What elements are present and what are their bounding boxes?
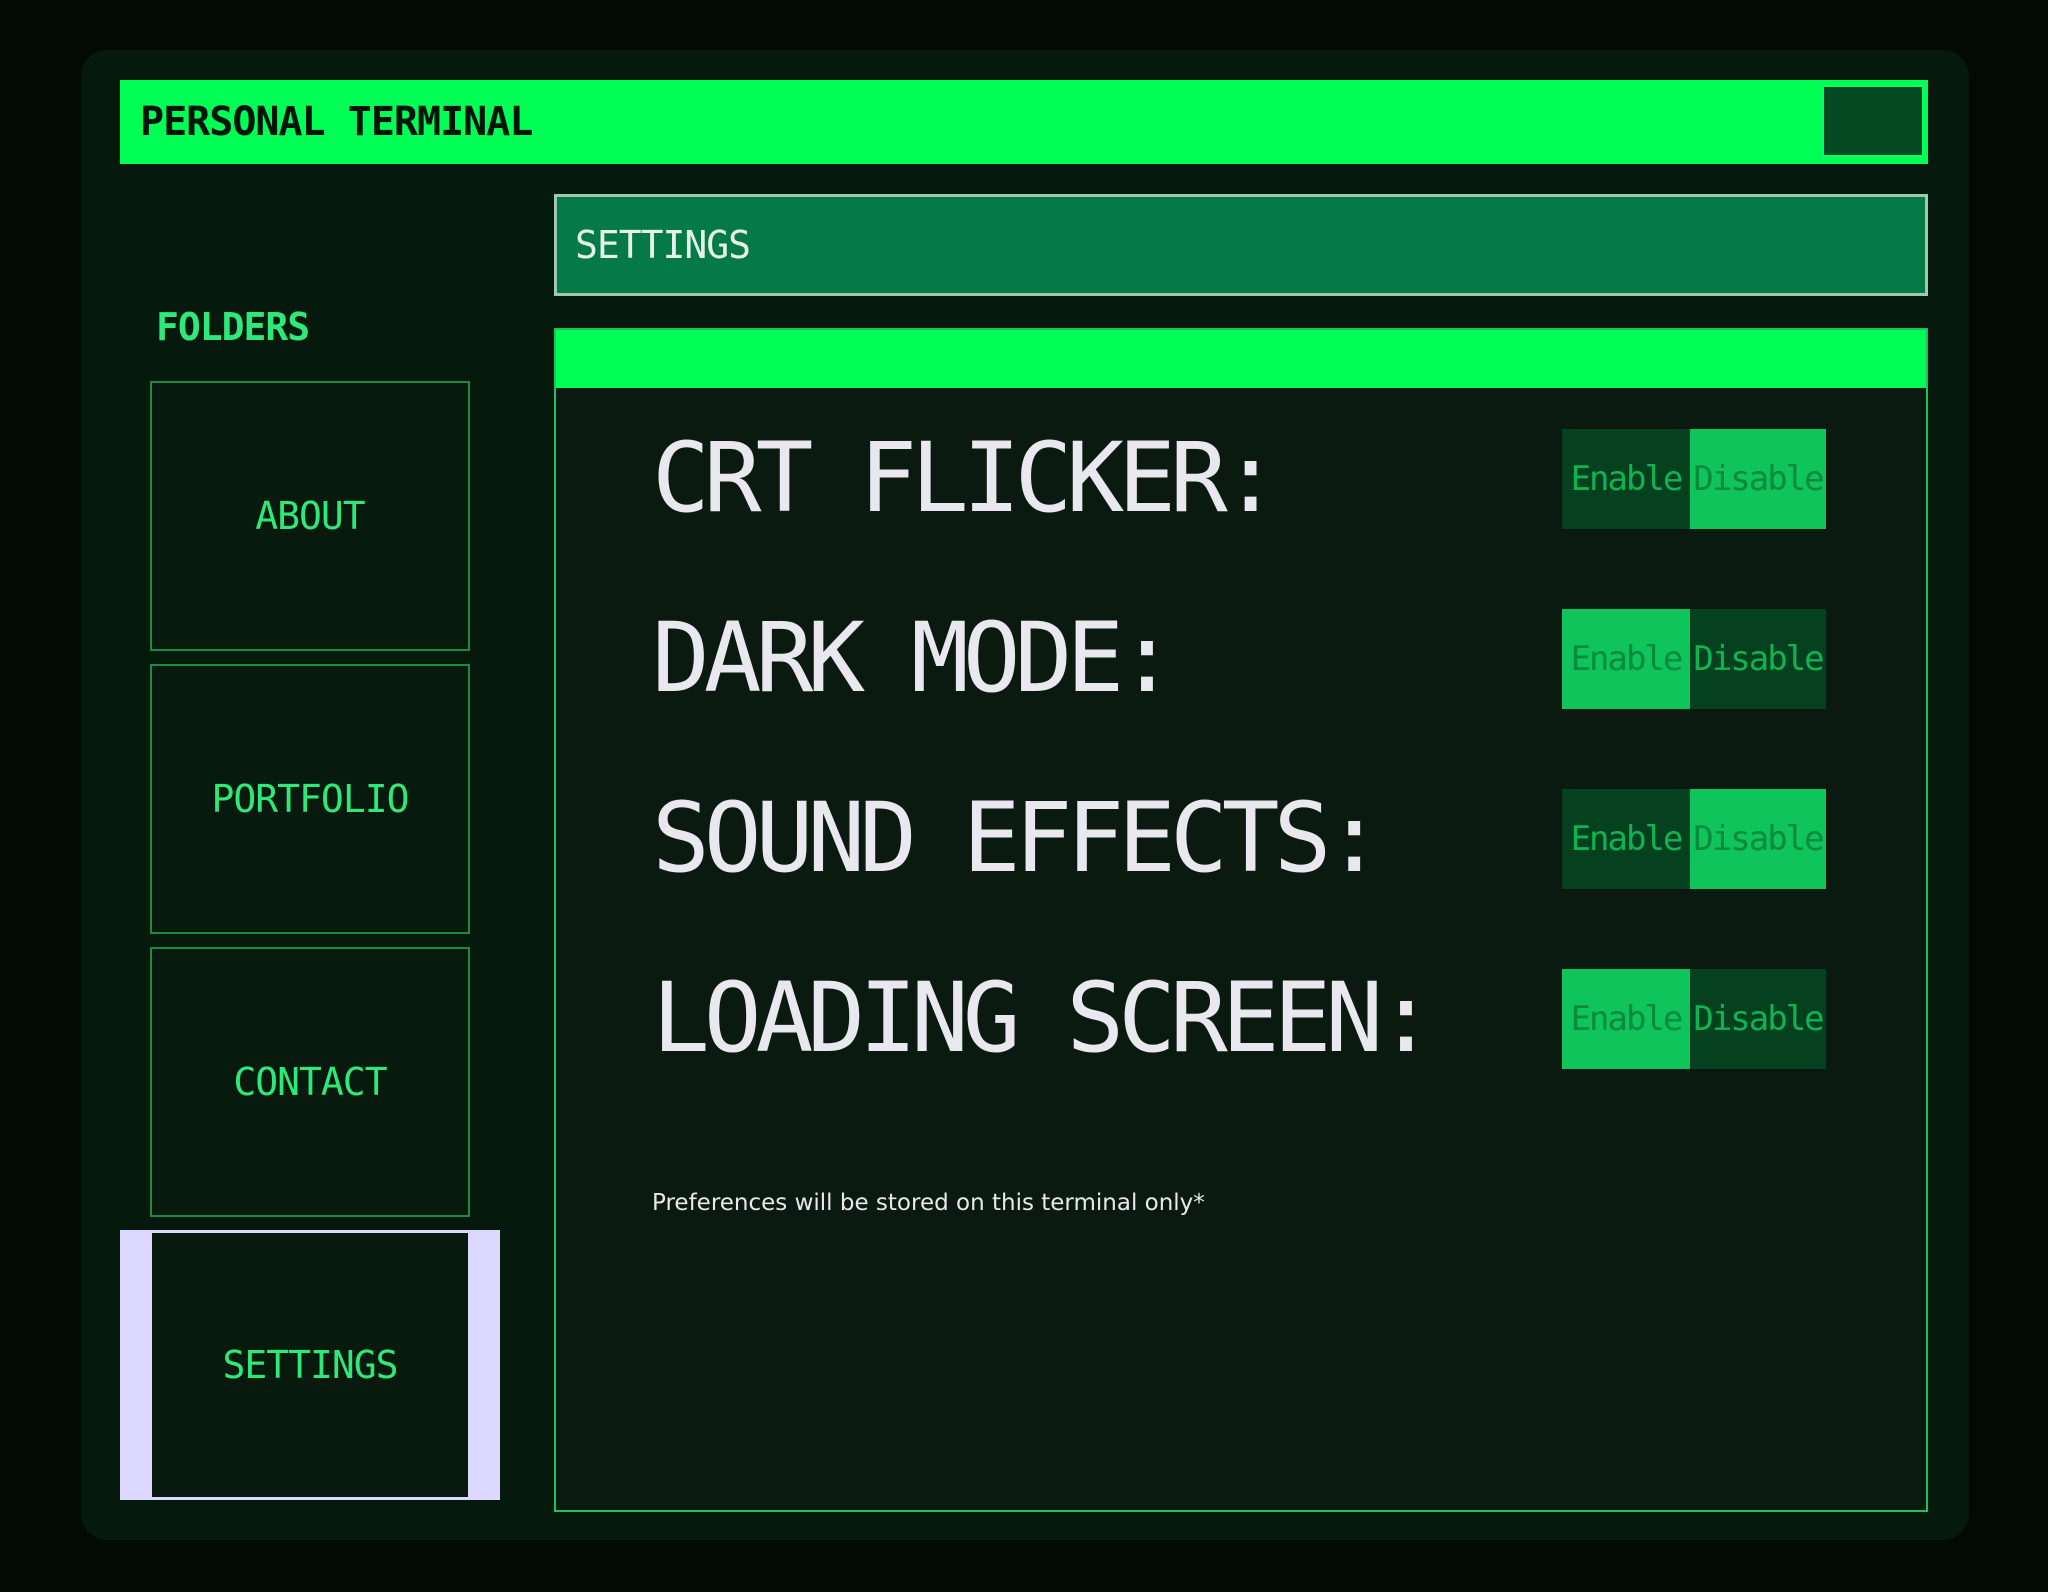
panel-title-bar (556, 330, 1926, 388)
sidebar-item-label: CONTACT (233, 1060, 387, 1104)
settings-panel: CRT FLICKER: Enable Disable DARK MODE: E… (554, 328, 1928, 1512)
section-header: SETTINGS (554, 194, 1928, 296)
dark-mode-disable-button[interactable]: Disable (1690, 609, 1826, 709)
crt-flicker-toggle: Enable Disable (1562, 429, 1826, 529)
setting-label-dark-mode: DARK MODE: (652, 602, 1176, 714)
page-title: SETTINGS (575, 223, 751, 267)
setting-label-crt-flicker: CRT FLICKER: (652, 422, 1280, 534)
sidebar-item-about[interactable]: ABOUT (150, 381, 470, 651)
window-control-button[interactable] (1822, 85, 1924, 157)
loading-screen-disable-button[interactable]: Disable (1690, 969, 1826, 1069)
folders-heading: FOLDERS (156, 305, 310, 349)
dark-mode-toggle: Enable Disable (1562, 609, 1826, 709)
window-title: PERSONAL TERMINAL (140, 99, 533, 145)
crt-flicker-disable-button[interactable]: Disable (1690, 429, 1826, 529)
sidebar-item-portfolio[interactable]: PORTFOLIO (150, 664, 470, 934)
sound-effects-disable-button[interactable]: Disable (1690, 789, 1826, 889)
sidebar-item-contact[interactable]: CONTACT (150, 947, 470, 1217)
setting-label-sound-effects: SOUND EFFECTS: (652, 782, 1383, 894)
sidebar-item-label: PORTFOLIO (211, 777, 410, 821)
preferences-note: Preferences will be stored on this termi… (652, 1190, 1205, 1216)
sound-effects-toggle: Enable Disable (1562, 789, 1826, 889)
dark-mode-enable-button[interactable]: Enable (1562, 609, 1690, 709)
loading-screen-toggle: Enable Disable (1562, 969, 1826, 1069)
loading-screen-enable-button[interactable]: Enable (1562, 969, 1690, 1069)
crt-flicker-enable-button[interactable]: Enable (1562, 429, 1690, 529)
sound-effects-enable-button[interactable]: Enable (1562, 789, 1690, 889)
sidebar-item-settings[interactable]: SETTINGS (152, 1233, 468, 1497)
setting-label-loading-screen: LOADING SCREEN: (652, 962, 1435, 1074)
sidebar-item-label: ABOUT (255, 494, 365, 538)
title-bar: PERSONAL TERMINAL (120, 80, 1928, 164)
sidebar-item-label: SETTINGS (222, 1343, 398, 1387)
